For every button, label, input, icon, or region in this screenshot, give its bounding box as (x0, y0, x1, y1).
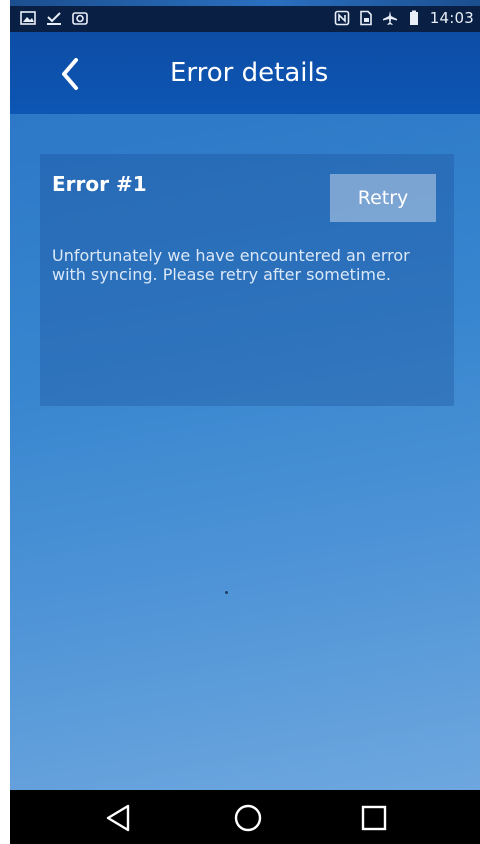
download-check-icon (47, 12, 61, 25)
airplane-icon (382, 11, 397, 25)
stray-dot (225, 591, 228, 594)
retry-button[interactable]: Retry (330, 174, 436, 222)
error-message: Unfortunately we have encountered an err… (52, 246, 410, 284)
sim-icon (359, 10, 372, 26)
status-time: 14:03 (429, 9, 474, 27)
error-card: Error #1 Retry Unfortunately we have enc… (40, 154, 454, 406)
battery-icon (409, 10, 418, 25)
app-bar: Error details (10, 32, 480, 114)
recents-square-icon[interactable] (354, 800, 394, 836)
navigation-bar (10, 790, 480, 844)
back-button[interactable] (54, 54, 90, 94)
main-content: Error #1 Retry Unfortunately we have enc… (10, 114, 480, 790)
status-notification-icons (20, 10, 88, 26)
error-title: Error #1 (52, 172, 147, 196)
phone-screen: 14:03 Error details Error #1 Retry Unfor… (10, 0, 480, 844)
chevron-left-icon (62, 58, 78, 90)
home-circle-icon[interactable] (228, 800, 268, 836)
status-bar: 14:03 (10, 6, 480, 32)
status-system-icons: 14:03 (334, 9, 474, 27)
gallery-icon (72, 12, 88, 25)
back-triangle-icon[interactable] (98, 800, 138, 836)
image-icon (20, 11, 36, 25)
page-title: Error details (170, 58, 329, 88)
nfc-icon (334, 10, 350, 26)
